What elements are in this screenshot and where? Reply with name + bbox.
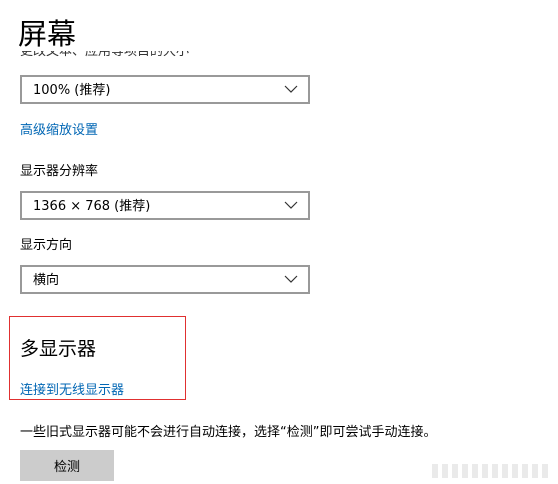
chevron-down-icon	[284, 201, 298, 209]
legacy-display-note: 一些旧式显示器可能不会进行自动连接，选择“检测”即可尝试手动连接。	[20, 425, 437, 440]
resolution-dropdown[interactable]: 1366 × 768 (推荐)	[20, 191, 310, 220]
scale-dropdown[interactable]: 100% (推荐)	[20, 75, 310, 104]
orientation-label: 显示方向	[20, 238, 73, 253]
resolution-dropdown-value: 1366 × 768 (推荐)	[33, 199, 151, 214]
resolution-label: 显示器分辨率	[20, 164, 99, 179]
orientation-dropdown[interactable]: 横向	[20, 265, 310, 294]
scale-label: 更改文本、应用等项目的大小	[20, 51, 190, 59]
multi-display-title: 多显示器	[20, 338, 97, 360]
chevron-down-icon	[284, 85, 298, 93]
page-title: 屏幕	[18, 17, 77, 51]
chevron-down-icon	[284, 275, 298, 283]
scale-label-clipped: 更改文本、应用等项目的大小	[20, 51, 320, 61]
scale-dropdown-value: 100% (推荐)	[33, 83, 111, 98]
advanced-scaling-link[interactable]: 高级缩放设置	[20, 122, 98, 140]
orientation-dropdown-value: 横向	[33, 273, 60, 288]
detect-button[interactable]: 检测	[20, 450, 114, 481]
wireless-display-link[interactable]: 连接到无线显示器	[20, 382, 124, 400]
watermark	[432, 464, 552, 478]
